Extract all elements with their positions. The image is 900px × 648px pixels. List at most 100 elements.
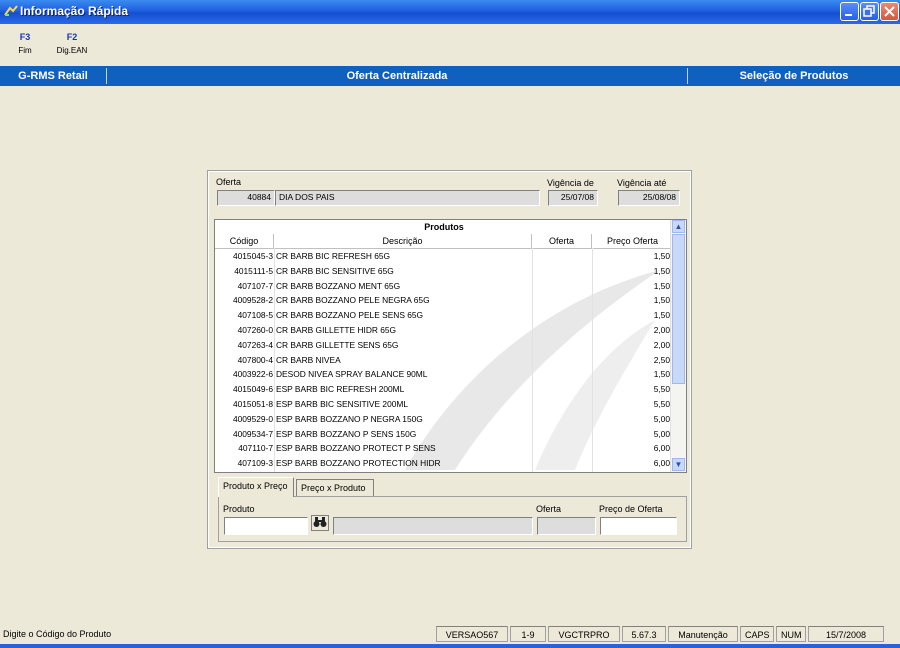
cell-preco-oferta: 6,00 xyxy=(653,458,670,469)
offer-panel: Oferta 40884 DIA DOS PAIS Vigência de 25… xyxy=(207,170,692,549)
oferta-code-field[interactable]: 40884 xyxy=(217,190,275,206)
produto-label: Produto xyxy=(223,504,255,514)
status-caps: CAPS xyxy=(740,626,774,642)
vigencia-de-label: Vigência de xyxy=(547,178,594,188)
shortcut-label: Fim xyxy=(18,46,32,55)
table-row[interactable]: 407800-4 CR BARB NIVEA 2,50 xyxy=(215,353,673,368)
preco-oferta-label: Preço de Oferta xyxy=(599,504,663,514)
cell-descricao: CR BARB BIC REFRESH 65G xyxy=(276,251,391,261)
search-product-button[interactable] xyxy=(311,515,329,531)
cell-codigo: 407108-5 xyxy=(237,310,273,321)
cell-preco-oferta: 2,00 xyxy=(653,339,670,350)
oferta-label: Oferta xyxy=(216,177,242,187)
cell-preco-oferta: 1,50 xyxy=(653,265,670,276)
oferta-description-field[interactable]: DIA DOS PAIS xyxy=(275,190,540,206)
shortcut-f2-dig-ean[interactable]: F2 Dig.EAN xyxy=(52,32,92,55)
cell-codigo: 4003922-6 xyxy=(232,369,273,380)
cell-descricao: CR BARB BIC SENSITIVE 65G xyxy=(276,265,394,276)
app-name: G-RMS Retail xyxy=(18,70,88,82)
table-row[interactable]: 4009529-0 ESP BARB BOZZANO P NEGRA 150G 5,… xyxy=(215,412,673,427)
cell-codigo: 4015049-6 xyxy=(232,384,273,395)
produto-input[interactable] xyxy=(224,517,308,535)
status-num: NUM xyxy=(776,626,806,642)
cell-descricao: ESP BARB BOZZANO PROTECTION HIDR xyxy=(276,458,441,469)
table-row[interactable]: 4003922-6 DESOD NIVEA SPRAY BALANCE 90ML 1… xyxy=(215,367,673,382)
table-row[interactable]: 4015049-6 ESP BARB BIC REFRESH 200ML 5,50 xyxy=(215,382,673,397)
cell-codigo: 407800-4 xyxy=(237,354,273,365)
oferta-input-field xyxy=(537,517,596,535)
status-program: VGCTRPRO xyxy=(548,626,620,642)
column-header-preco-oferta[interactable]: Preço Oferta xyxy=(592,234,673,248)
status-page: 1-9 xyxy=(510,626,546,642)
cell-preco-oferta: 5,00 xyxy=(653,428,670,439)
cell-codigo: 4009528-2 xyxy=(232,295,273,306)
cell-preco-oferta: 1,50 xyxy=(653,280,670,291)
cell-codigo: 4015111-5 xyxy=(234,265,273,276)
cell-descricao: CR BARB BOZZANO MENT 65G xyxy=(276,280,401,291)
vigencia-ate-field[interactable]: 25/08/08 xyxy=(618,190,680,206)
cell-descricao: ESP BARB BIC REFRESH 200ML xyxy=(276,384,405,395)
table-row[interactable]: 4009528-2 CR BARB BOZZANO PELE NEGRA 65G 1… xyxy=(215,293,673,308)
cell-descricao: CR BARB NIVEA xyxy=(276,354,341,365)
table-row[interactable]: 4015111-5 CR BARB BIC SENSITIVE 65G 1,50 xyxy=(215,264,673,279)
status-version: VERSAO567 xyxy=(436,626,508,642)
cell-codigo: 4015045-3 xyxy=(232,251,273,261)
cell-codigo: 407107-7 xyxy=(237,280,273,291)
cell-preco-oferta: 1,50 xyxy=(653,251,670,261)
scroll-up-icon[interactable]: ▲ xyxy=(672,220,685,233)
cell-codigo: 4015051-8 xyxy=(232,399,273,409)
shortcut-f3-fim[interactable]: F3 Fim xyxy=(14,32,36,55)
scroll-down-icon[interactable]: ▼ xyxy=(672,458,685,471)
status-build: 5.67.3 xyxy=(622,626,666,642)
cell-codigo: 407109-3 xyxy=(237,458,273,469)
cell-descricao: CR BARB BOZZANO PELE NEGRA 65G xyxy=(276,295,430,306)
cell-preco-oferta: 2,50 xyxy=(653,354,670,365)
cell-preco-oferta: 5,50 xyxy=(653,384,670,395)
table-row[interactable]: 407260-0 CR BARB GILLETTE HIDR 65G 2,00 xyxy=(215,323,673,338)
column-header-codigo[interactable]: Código xyxy=(215,234,274,248)
vigencia-de-field[interactable]: 25/07/08 xyxy=(548,190,598,206)
status-message: Digite o Código do Produto xyxy=(3,629,112,639)
table-row[interactable]: 407110-7 ESP BARB BOZZANO PROTECT P SENS 6… xyxy=(215,441,673,456)
products-grid[interactable]: Produtos Código Descrição Oferta Preço O… xyxy=(214,219,687,473)
binoculars-icon xyxy=(313,517,327,527)
tab-produto-x-preco[interactable]: Produto x Preço xyxy=(218,477,294,497)
taskbar-edge xyxy=(0,644,900,648)
cell-codigo: 407110-7 xyxy=(238,443,273,454)
table-row[interactable]: 407263-4 CR BARB GILLETTE SENS 65G 2,00 xyxy=(215,338,673,353)
table-row[interactable]: 407109-3 ESP BARB BOZZANO PROTECTION HIDR… xyxy=(215,456,673,471)
title-bar: Informação Rápida xyxy=(0,0,900,24)
minimize-button[interactable] xyxy=(840,2,859,21)
module-header: G-RMS Retail Oferta Centralizada Seleção… xyxy=(0,66,900,86)
grid-scrollbar[interactable]: ▲ ▼ xyxy=(670,220,686,472)
column-header-oferta[interactable]: Oferta xyxy=(532,234,592,248)
restore-icon xyxy=(863,5,875,17)
screen-name: Seleção de Produtos xyxy=(739,70,849,82)
cell-descricao: ESP BARB BOZZANO P NEGRA 150G xyxy=(276,413,423,424)
table-row[interactable]: 407107-7 CR BARB BOZZANO MENT 65G 1,50 xyxy=(215,279,673,294)
preco-oferta-input[interactable] xyxy=(600,517,677,535)
restore-button[interactable] xyxy=(860,2,879,21)
cell-descricao: ESP BARB BOZZANO PROTECT P SENS xyxy=(276,443,436,454)
oferta-input-label: Oferta xyxy=(536,504,562,514)
status-bar: Digite o Código do Produto VERSAO567 1-9… xyxy=(0,624,900,644)
column-header-descricao[interactable]: Descrição xyxy=(274,234,532,248)
tab-preco-x-produto[interactable]: Preço x Produto xyxy=(296,479,374,496)
minimize-icon xyxy=(845,14,852,16)
window-title: Informação Rápida xyxy=(20,4,129,18)
cell-preco-oferta: 2,00 xyxy=(653,325,670,335)
cell-codigo: 4009534-7 xyxy=(232,428,273,439)
cell-codigo: 407260-0 xyxy=(237,325,273,335)
table-row[interactable]: 4009534-7 ESP BARB BOZZANO P SENS 150G 5,0… xyxy=(215,427,673,442)
cell-descricao: CR BARB GILLETTE HIDR 65G xyxy=(276,325,397,335)
cell-descricao: DESOD NIVEA SPRAY BALANCE 90ML xyxy=(276,369,428,380)
grid-header: Código Descrição Oferta Preço Oferta xyxy=(215,234,673,249)
cell-codigo: 4009529-0 xyxy=(232,413,273,424)
table-row[interactable]: 407108-5 CR BARB BOZZANO PELE SENS 65G 1,5… xyxy=(215,308,673,323)
cell-descricao: CR BARB GILLETTE SENS 65G xyxy=(276,339,399,350)
close-button[interactable] xyxy=(880,2,899,21)
table-row[interactable]: 4015045-3 CR BARB BIC REFRESH 65G 1,50 xyxy=(215,249,673,264)
produto-descricao-field xyxy=(333,517,533,535)
table-row[interactable]: 4015051-8 ESP BARB BIC SENSITIVE 200ML 5,5… xyxy=(215,397,673,412)
scroll-thumb[interactable] xyxy=(672,234,685,384)
